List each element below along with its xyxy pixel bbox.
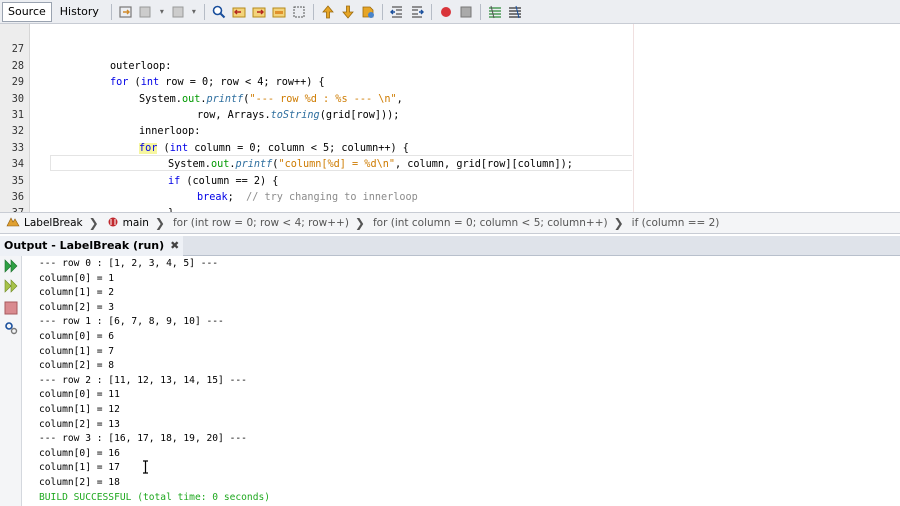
console-line: column[1] = 17: [39, 462, 120, 474]
close-icon[interactable]: ✖: [170, 236, 179, 256]
toolbar-separator: [312, 3, 314, 20]
toolbar-separator: [479, 3, 481, 20]
find-next-icon[interactable]: [251, 4, 267, 20]
console-line: column[2] = 13: [39, 418, 120, 430]
code-line-current[interactable]: 35 break; // try changing to innerloop: [0, 157, 900, 203]
shift-right-icon[interactable]: [409, 4, 425, 20]
console-line: column[2] = 3: [39, 301, 115, 313]
rerun-icon[interactable]: [3, 258, 19, 274]
start-macro-icon[interactable]: [438, 4, 454, 20]
uncomment-icon[interactable]: [507, 4, 523, 20]
editor-toolbar: Source History ▾ ▾: [0, 0, 900, 24]
console-line: column[1] = 12: [39, 404, 120, 415]
breadcrumb-for-row[interactable]: for (int row = 0; row < 4; row++): [173, 217, 349, 229]
toolbar-separator: [430, 3, 432, 20]
toolbar-separator: [110, 3, 112, 20]
toolbar-separator: [203, 3, 205, 20]
toggle-bookmark-icon[interactable]: [360, 4, 376, 20]
forward-icon[interactable]: [170, 4, 186, 20]
output-side-toolbar: [0, 256, 22, 506]
code-breadcrumb: LabelBreak ❯ main ❯ for (int row = 0; ro…: [0, 212, 900, 234]
code-line[interactable]: 34 if (column == 2) {: [0, 141, 900, 186]
settings-icon[interactable]: [3, 320, 19, 336]
chevron-right-icon: ❯: [154, 216, 165, 230]
breadcrumb-label: LabelBreak: [24, 217, 83, 229]
back-icon[interactable]: [138, 4, 154, 20]
breadcrumb-for-column[interactable]: for (int column = 0; column < 5; column+…: [373, 217, 608, 229]
output-tab-title: Output - LabelBreak (run): [4, 239, 165, 252]
breadcrumb-label: for (int column = 0; column < 5; column+…: [372, 217, 608, 229]
output-tab[interactable]: Output - LabelBreak (run) ✖: [0, 236, 184, 256]
next-bookmark-icon[interactable]: [340, 4, 356, 20]
breadcrumb-if[interactable]: if (column == 2): [632, 217, 720, 229]
rerun-with-params-icon[interactable]: [3, 278, 19, 294]
console-line: column[0] = 16: [39, 447, 120, 459]
code-line[interactable]: 27 outerloop:: [0, 26, 900, 71]
chevron-right-icon: ❯: [613, 216, 624, 230]
previous-bookmark-icon[interactable]: [320, 4, 336, 20]
console-line: --- row 3 : [16, 17, 18, 19, 20] ---: [39, 433, 247, 445]
console-line: column[1] = 2: [39, 287, 115, 299]
console-line: --- row 0 : [1, 2, 3, 4, 5] ---: [39, 258, 219, 269]
console-line: column[2] = 8: [39, 360, 115, 372]
shift-left-icon[interactable]: [389, 4, 405, 20]
breadcrumb-label: if (column == 2): [631, 217, 720, 229]
chevron-right-icon: ❯: [88, 216, 99, 230]
stop-icon[interactable]: [3, 300, 19, 316]
console-line: column[1] = 7: [39, 345, 115, 357]
class-icon: [6, 216, 20, 231]
code-editor[interactable]: 27 outerloop: 28 for (int row = 0; row <…: [0, 24, 900, 212]
find-icon[interactable]: [211, 4, 227, 20]
code-line[interactable]: 32 for (int column = 0; column < 5; colu…: [0, 108, 900, 154]
text-cursor-icon: [143, 460, 148, 474]
breadcrumb-method[interactable]: main: [107, 216, 149, 231]
toolbar-separator: [381, 3, 383, 20]
code-line[interactable]: 31 innerloop:: [0, 92, 900, 137]
breadcrumb-label: for (int row = 0; row < 4; row++): [172, 217, 349, 229]
rectangular-select-icon[interactable]: [291, 4, 307, 20]
toggle-highlight-icon[interactable]: [271, 4, 287, 20]
console-line: column[0] = 6: [39, 331, 115, 342]
chevron-right-icon: ❯: [354, 216, 365, 230]
console-line: column[0] = 11: [39, 389, 120, 401]
dropdown-arrow-icon[interactable]: ▾: [158, 4, 166, 20]
code-line[interactable]: 28 for (int row = 0; row < 4; row++) {: [0, 42, 900, 88]
console-line: --- row 2 : [11, 12, 13, 14, 15] ---: [39, 374, 247, 386]
console-line: column[0] = 1: [39, 272, 115, 284]
console-line: --- row 1 : [6, 7, 8, 9, 10] ---: [39, 316, 224, 328]
history-tab[interactable]: History: [54, 2, 105, 22]
find-previous-icon[interactable]: [231, 4, 247, 20]
comment-icon[interactable]: [487, 4, 503, 20]
breadcrumb-label: main: [122, 217, 149, 229]
console-line: column[2] = 18: [39, 477, 120, 488]
stop-macro-icon[interactable]: [458, 4, 474, 20]
code-line[interactable]: 37 }: [0, 190, 900, 212]
breadcrumb-class[interactable]: LabelBreak: [6, 216, 83, 231]
method-icon: [107, 216, 119, 231]
code-line[interactable]: 29 System.out.printf("--- row %d : %s --…: [0, 59, 900, 104]
build-status-line: BUILD SUCCESSFUL (total time: 0 seconds): [39, 491, 271, 503]
code-line[interactable]: 33 System.out.printf("column[%d] = %d\n"…: [0, 124, 900, 170]
code-line[interactable]: 36 }: [0, 174, 900, 212]
output-panel-header: Output - LabelBreak (run) ✖: [0, 236, 900, 256]
last-edit-icon[interactable]: [118, 4, 134, 20]
output-console[interactable]: --- row 0 : [1, 2, 3, 4, 5] --- column[0…: [22, 256, 900, 506]
source-tab[interactable]: Source: [2, 1, 52, 22]
code-line[interactable]: 30 row, Arrays.toString(grid[row]));: [0, 75, 900, 121]
dropdown-arrow-icon[interactable]: ▾: [190, 4, 198, 20]
